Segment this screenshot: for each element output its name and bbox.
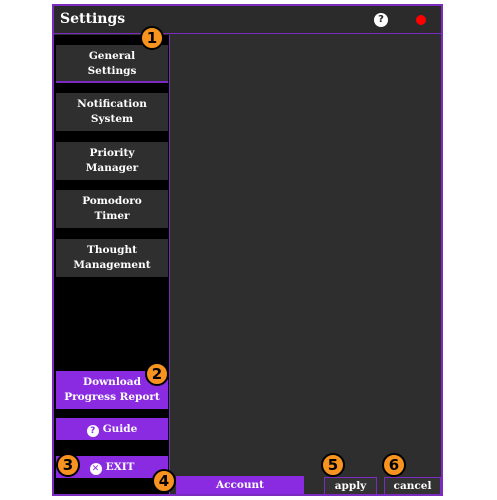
account-management-label: Account Management <box>201 479 278 500</box>
sidebar-item-general-settings[interactable]: General Settings <box>56 45 168 83</box>
guide-label: Guide <box>102 423 138 435</box>
annotation-badge-5: 5 <box>321 453 345 477</box>
sidebar-item-notification-system[interactable]: Notification System <box>56 93 168 131</box>
close-icon: ✕ <box>89 463 102 475</box>
close-icon[interactable] <box>416 15 426 25</box>
sidebar-item-label: System <box>90 113 134 125</box>
sidebar-item-priority-manager[interactable]: Priority Manager <box>56 142 168 180</box>
guide-button[interactable]: ? Guide <box>56 418 168 440</box>
download-label: Progress Report <box>64 391 160 403</box>
sidebar-item-label: General <box>88 50 136 62</box>
annotation-badge-1: 1 <box>140 26 164 50</box>
sidebar-item-label: Timer <box>94 210 130 222</box>
window-title: Settings <box>60 11 126 27</box>
sidebar-item-label: Priority <box>89 147 135 159</box>
account-management-button[interactable]: Account Management <box>176 476 304 500</box>
sidebar-item-label: Thought <box>87 244 137 256</box>
help-icon[interactable]: ? <box>374 13 388 27</box>
cancel-button[interactable]: cancel <box>384 477 441 495</box>
sidebar-item-label: Notification <box>77 98 147 110</box>
sidebar: General Settings Notification System Pri… <box>54 35 170 494</box>
help-icon: ? <box>86 425 99 437</box>
annotation-badge-6: 6 <box>382 453 406 477</box>
apply-label: apply <box>334 480 367 492</box>
exit-label: EXIT <box>105 461 135 473</box>
annotation-badge-2: 2 <box>145 362 169 386</box>
title-bar: Settings ? <box>54 6 441 34</box>
sidebar-item-thought-management[interactable]: Thought Management <box>56 239 168 277</box>
sidebar-item-label: Management <box>73 259 151 271</box>
cancel-label: cancel <box>393 480 432 492</box>
settings-window: Settings ? General Settings Notification… <box>52 4 443 500</box>
sidebar-item-label: Manager <box>85 162 139 174</box>
annotation-badge-3: 3 <box>56 453 80 477</box>
annotation-badge-4: 4 <box>152 469 176 493</box>
sidebar-item-label: Settings <box>87 65 137 77</box>
sidebar-item-pomodoro-timer[interactable]: Pomodoro Timer <box>56 190 168 228</box>
apply-button[interactable]: apply <box>324 477 377 495</box>
sidebar-item-label: Pomodoro <box>82 195 142 207</box>
settings-content-panel <box>172 35 441 475</box>
